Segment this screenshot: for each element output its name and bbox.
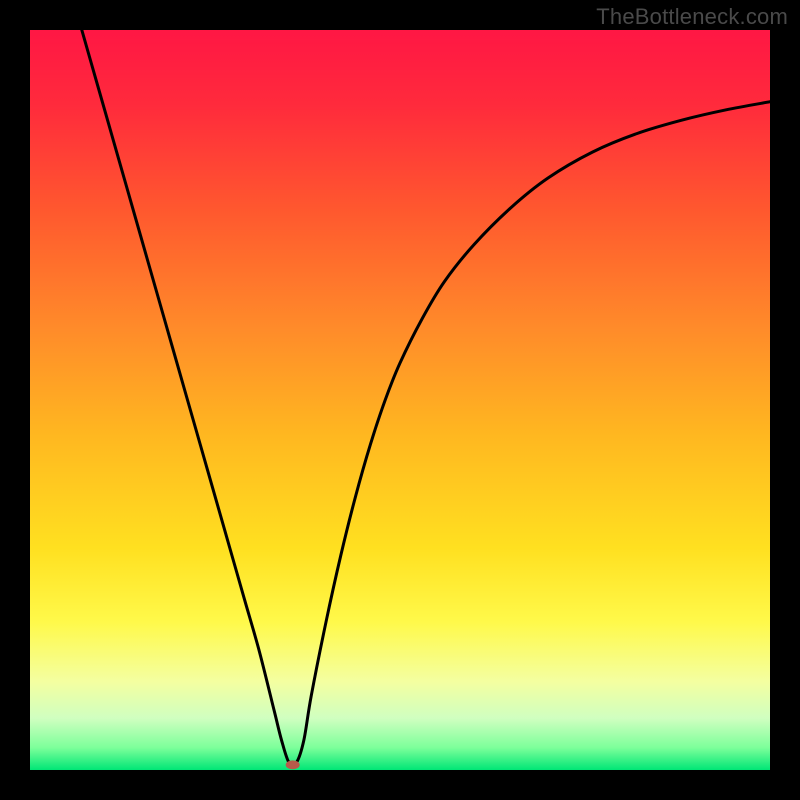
chart-container: TheBottleneck.com xyxy=(0,0,800,800)
plot-area xyxy=(30,30,770,770)
watermark-text: TheBottleneck.com xyxy=(596,4,788,30)
bottleneck-curve xyxy=(82,30,770,765)
curve-layer xyxy=(30,30,770,770)
minimum-marker xyxy=(286,760,300,769)
